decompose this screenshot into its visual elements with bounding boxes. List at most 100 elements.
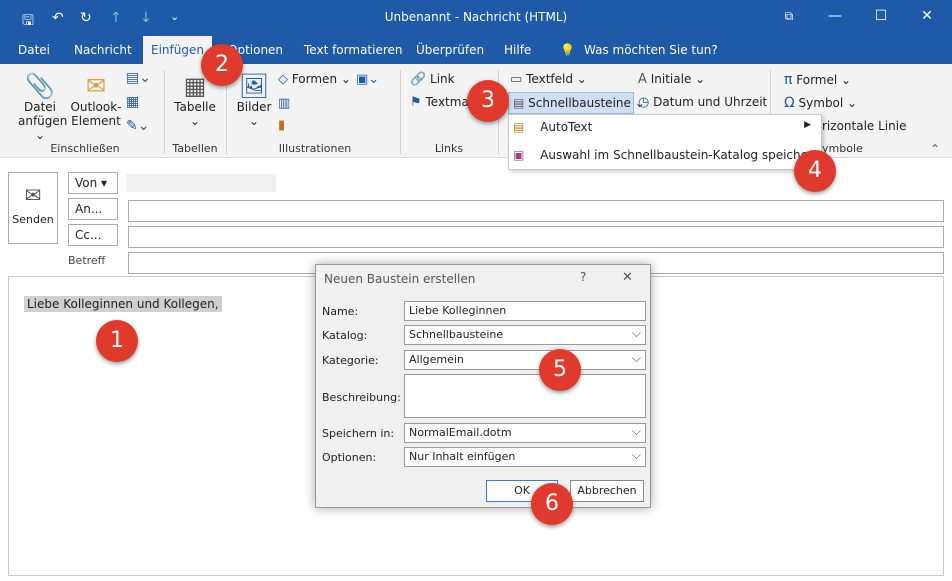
callout-badge-2: 2 (201, 44, 243, 86)
new-building-block-dialog: Neuen Baustein erstellen ? ✕ Name: Liebe… (315, 264, 651, 508)
from-address-redacted (126, 174, 276, 192)
schnellbausteine-button[interactable]: ▤ Schnellbausteine ⌄ (508, 92, 645, 114)
tab-text-formatieren[interactable]: Text formatieren (296, 36, 411, 64)
quick-parts-menu: ▤ AutoText ▶ ▣ Auswahl im Schnellbaustei… (508, 114, 832, 170)
business-card-icon[interactable]: ▤⌄ (126, 70, 151, 86)
title-bar: 🖫 ↶ ↻ ↑ ↓ ⌄ Unbenannt - Nachricht (HTML)… (0, 0, 952, 36)
link-icon: 🔗 (410, 72, 427, 87)
cc-input[interactable] (128, 226, 944, 248)
name-input[interactable]: Liebe Kolleginnen (404, 301, 646, 321)
submenu-arrow-icon: ▶ (804, 120, 811, 130)
from-button[interactable]: Von ▾ (68, 172, 118, 194)
callout-badge-4: 4 (794, 150, 836, 192)
label-kategorie: Kategorie: (322, 354, 379, 367)
textmarke-button[interactable]: ⚑ Textma (410, 95, 469, 110)
autotext-label: AutoText (540, 120, 593, 134)
autotext-icon: ▤ (513, 120, 525, 134)
group-separator (400, 70, 401, 154)
formen-label: Formen ⌄ (291, 72, 351, 86)
beschreibung-textarea[interactable] (404, 374, 646, 418)
textfeld-label: Textfeld ⌄ (526, 72, 587, 86)
horizontale-linie-button[interactable]: rizontale Linie (822, 119, 906, 133)
minimize-button[interactable]: — (812, 0, 858, 32)
send-button[interactable]: ✉ Senden (8, 172, 58, 244)
bilder-chevron: ⌄ (248, 114, 260, 128)
tab-hilfe[interactable]: Hilfe (496, 36, 539, 64)
formen-button[interactable]: ◇ Formen ⌄ (278, 72, 351, 87)
save-selection-label: Auswahl im Schnellbaustein-Katalog speic… (540, 148, 832, 162)
tab-nachricht[interactable]: Nachricht (66, 36, 140, 64)
label-katalog: Katalog: (322, 329, 368, 342)
formel-button[interactable]: π Formel ⌄ (784, 72, 851, 88)
link-button[interactable]: 🔗 Link (410, 72, 455, 87)
textbox-icon: ▭ (510, 72, 523, 87)
pi-icon: π (784, 72, 793, 88)
tell-me-search[interactable]: Was möchten Sie tun? (576, 36, 726, 64)
menu-item-save-selection[interactable]: ▣ Auswahl im Schnellbaustein-Katalog spe… (513, 148, 832, 162)
callout-badge-3: 3 (467, 80, 509, 122)
symbol-label: Symbol ⌄ (798, 96, 858, 110)
speichern-in-select[interactable]: NormalEmail.dotm (404, 422, 646, 443)
group-einschliessen: Einschließen (50, 142, 120, 155)
outlook-element-label-1: Outlook- (70, 100, 122, 114)
tabelle-label: Tabelle (174, 100, 216, 114)
datei-anfuegen-label-1: Datei (23, 100, 56, 114)
clock-icon: ◷ (638, 95, 650, 110)
chart-icon[interactable]: ▮ (278, 118, 285, 133)
shapes-icon: ◇ (278, 72, 288, 87)
datum-uhrzeit-button[interactable]: ◷ Datum und Uhrzeit (638, 95, 767, 110)
bookmark-icon: ⚑ (410, 95, 422, 110)
label-optionen: Optionen: (322, 451, 377, 464)
datum-uhrzeit-label: Datum und Uhrzeit (653, 95, 768, 109)
initiale-button[interactable]: A Initiale ⌄ (638, 72, 705, 87)
group-links: Links (434, 142, 464, 155)
schnellbausteine-label: Schnellbausteine ⌄ (528, 96, 645, 110)
subject-label: Betreff (68, 254, 106, 267)
bilder-label: Bilder (236, 100, 272, 114)
datei-anfuegen-button[interactable]: 📎 Datei anfügen ⌄ (18, 72, 68, 142)
callout-badge-6: 6 (531, 483, 573, 525)
menu-item-autotext[interactable]: ▤ AutoText ▶ (513, 120, 817, 134)
to-input[interactable] (128, 200, 944, 222)
collapse-ribbon-icon[interactable]: ⌃ (930, 142, 940, 156)
smartart-icon[interactable]: ▣⌄ (356, 72, 379, 87)
close-button[interactable]: ✕ (904, 0, 950, 32)
signature-icon[interactable]: ✎⌄ (126, 118, 149, 134)
group-tabellen: Tabellen (172, 142, 218, 155)
datei-anfuegen-label-2: anfügen ⌄ (18, 114, 68, 142)
label-name: Name: (322, 305, 359, 318)
send-label: Senden (12, 213, 54, 226)
picture-icon: 🖼 (238, 72, 270, 100)
icons-icon[interactable]: ▥ (278, 96, 290, 111)
link-label: Link (430, 72, 455, 86)
symbol-button[interactable]: Ω Symbol ⌄ (784, 95, 857, 111)
bilder-button[interactable]: 🖼 Bilder ⌄ (234, 72, 274, 128)
calendar-icon[interactable]: ▦ (126, 94, 139, 110)
tab-datei[interactable]: Datei (10, 36, 58, 64)
kategorie-select[interactable]: Allgemein (404, 349, 646, 370)
send-icon: ✉ (24, 183, 42, 207)
ribbon-display-icon[interactable]: ⧉ (766, 0, 812, 32)
dialog-close-button[interactable]: ✕ (622, 270, 633, 285)
to-button[interactable]: An... (68, 198, 118, 220)
outlook-element-button[interactable]: ✉ Outlook- Element (68, 72, 124, 128)
textfeld-button[interactable]: ▭ Textfeld ⌄ (510, 72, 587, 87)
tabelle-chevron: ⌄ (189, 114, 201, 128)
optionen-select[interactable]: Nur Inhalt einfügen (404, 446, 646, 467)
katalog-select[interactable]: Schnellbausteine (404, 324, 646, 345)
cancel-button[interactable]: Abbrechen (570, 480, 644, 502)
group-illustrationen: Illustrationen (278, 142, 352, 155)
maximize-button[interactable]: ☐ (858, 0, 904, 32)
outlook-element-label-2: Element (71, 114, 121, 128)
selected-body-text[interactable]: Liebe Kolleginnen und Kollegen, (24, 296, 222, 312)
textmarke-label: Textma (425, 95, 469, 109)
save-to-gallery-icon: ▣ (513, 148, 525, 162)
formel-label: Formel ⌄ (796, 73, 852, 87)
help-button[interactable]: ? (580, 270, 586, 284)
tab-ueberpruefen[interactable]: Überprüfen (408, 36, 492, 64)
cc-button[interactable]: Cc... (68, 224, 118, 246)
dropcap-icon: A (638, 72, 647, 87)
paperclip-icon: 📎 (25, 72, 55, 100)
omega-icon: Ω (784, 95, 795, 111)
ribbon-tabs: Datei Nachricht Einfügen Optionen Text f… (0, 36, 952, 64)
